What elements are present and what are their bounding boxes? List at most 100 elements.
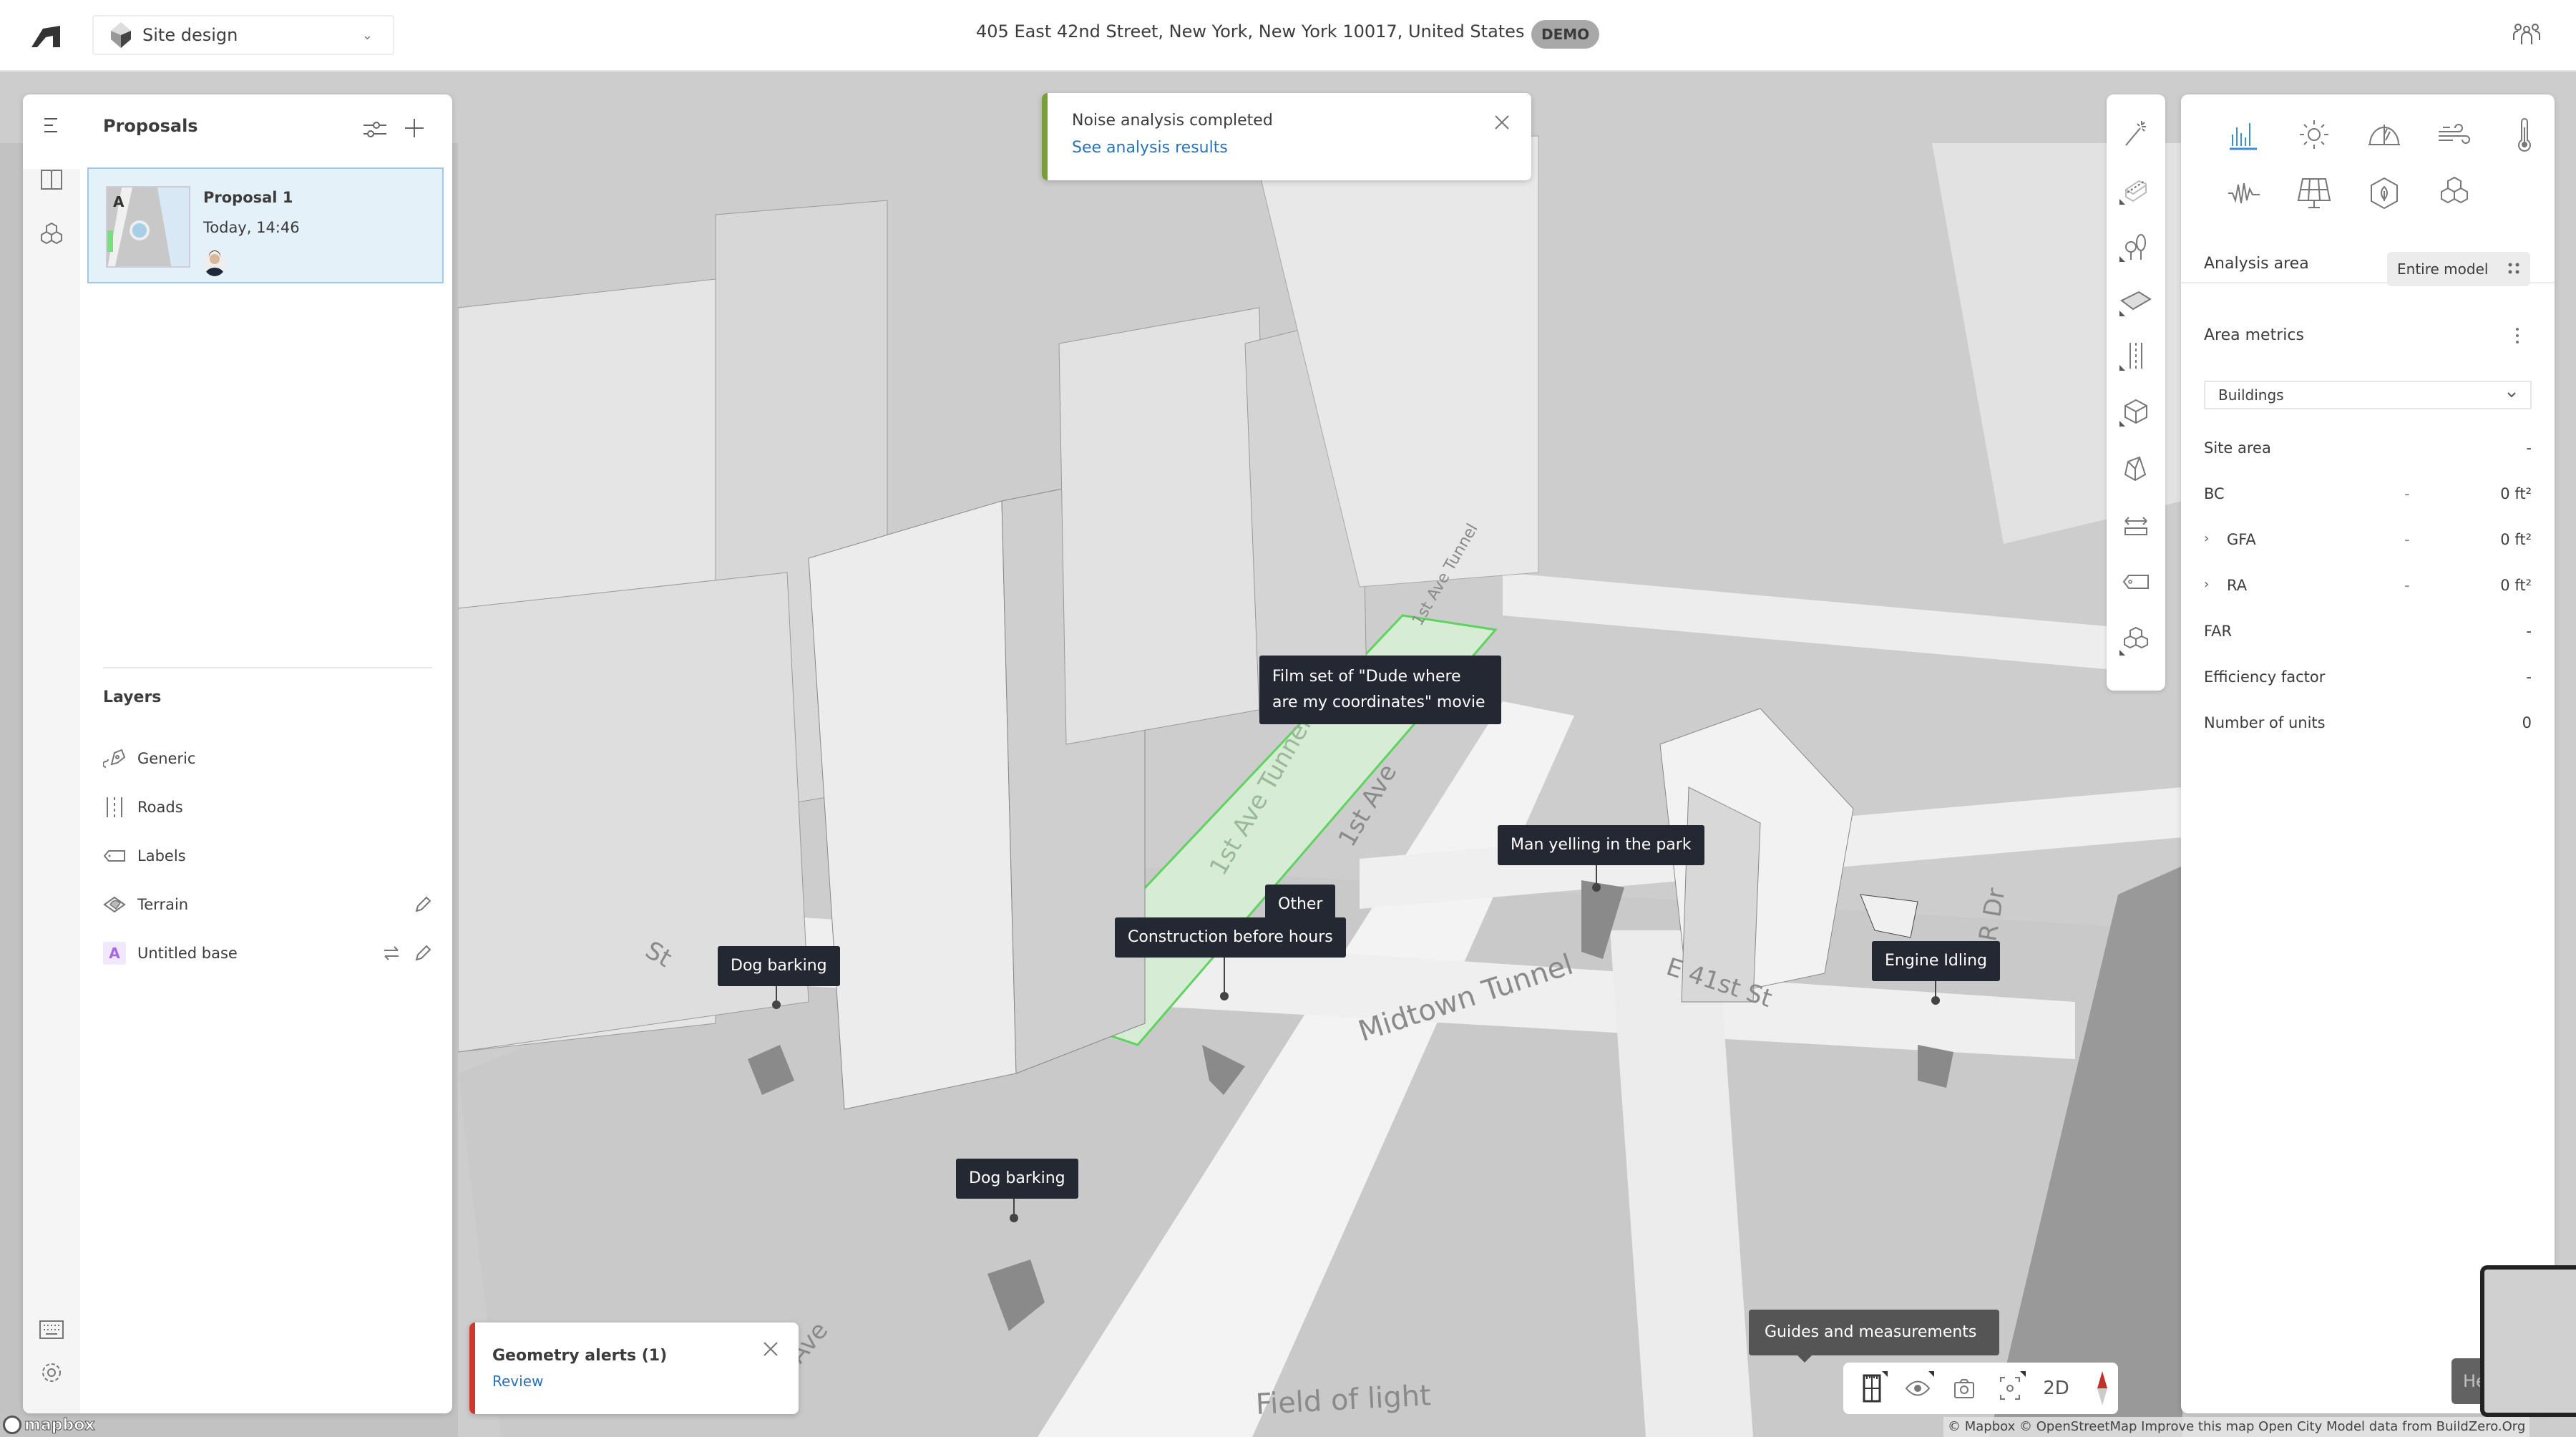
mapbox-logo[interactable]: mapbox <box>3 1414 95 1436</box>
gear-icon[interactable] <box>39 1360 64 1385</box>
metric-row-efficiency-factor: Efficiency factor - <box>2204 663 2532 691</box>
edit-pencil-icon[interactable] <box>414 895 432 914</box>
toast-accent-bar <box>469 1322 475 1414</box>
avatar <box>203 249 226 276</box>
demo-badge: DEMO <box>1531 20 1600 49</box>
metric-label: FAR <box>2204 623 2233 640</box>
metric-label: BC <box>2204 485 2225 502</box>
chevron-down-icon <box>2507 392 2516 398</box>
box-icon[interactable] <box>2118 394 2154 429</box>
measure-icon[interactable] <box>2118 508 2154 544</box>
metric-value: 0 ft² <box>2500 485 2532 502</box>
submenu-corner <box>2119 650 2125 656</box>
proposal-thumb-letter: A <box>113 193 125 210</box>
app-logo-icon[interactable] <box>31 23 60 47</box>
compass-icon[interactable] <box>2087 1371 2118 1406</box>
noise-marker-dog-barking[interactable]: Dog barking <box>956 1159 1078 1199</box>
layer-item-terrain[interactable]: Terrain <box>103 886 432 923</box>
camera-icon[interactable] <box>1948 1371 1980 1406</box>
chevron-right-icon[interactable]: › <box>2204 531 2209 546</box>
swap-arrows-icon[interactable] <box>382 944 401 963</box>
focus-icon[interactable] <box>1994 1371 2026 1406</box>
thermometer-icon[interactable] <box>2506 116 2543 153</box>
bar-chart-icon[interactable] <box>2225 116 2263 153</box>
noise-marker-construction[interactable]: Construction before hours <box>1115 917 1346 958</box>
cubes-icon[interactable] <box>39 222 64 248</box>
carbon-leaf-icon[interactable] <box>2366 175 2403 212</box>
sun-icon[interactable] <box>2296 116 2333 153</box>
zone-hatch-icon[interactable] <box>2118 283 2154 319</box>
address-text: 405 East 42nd Street, New York, New York… <box>976 21 1525 42</box>
layer-item-labels[interactable]: Labels <box>103 837 432 875</box>
analysis-area-button[interactable]: Entire model <box>2387 252 2530 286</box>
metric-mid: - <box>2404 577 2410 594</box>
sliders-icon[interactable] <box>362 119 388 140</box>
visibility-eye-icon[interactable] <box>1902 1371 1934 1406</box>
noise-analysis-toast: Noise analysis completed See analysis re… <box>1042 93 1531 180</box>
noise-marker-dog-barking[interactable]: Dog barking <box>718 946 840 986</box>
layer-item-untitled-base[interactable]: A Untitled base <box>103 935 432 972</box>
keyboard-icon[interactable] <box>39 1317 64 1343</box>
chevron-down-icon: ⌄ <box>361 28 373 43</box>
proposal-name: Proposal 1 <box>203 189 293 206</box>
metrics-filter-value: Buildings <box>2218 386 2284 404</box>
mini-preview-thumbnail[interactable] <box>2480 1265 2576 1417</box>
plus-icon[interactable] <box>404 117 425 139</box>
submenu-corner <box>2119 365 2125 371</box>
proposal-card[interactable]: A Proposal 1 Today, 14:46 <box>87 167 444 283</box>
layer-name: Roads <box>137 799 183 816</box>
guides-icon[interactable] <box>1856 1371 1888 1406</box>
metric-value: 0 ft² <box>2500 577 2532 594</box>
proposals-title: Proposals <box>103 116 198 136</box>
toggle-2d-button[interactable]: 2D <box>2040 1371 2072 1406</box>
daylight-dome-icon[interactable] <box>2366 116 2403 153</box>
solar-panel-icon[interactable] <box>2296 175 2333 212</box>
metric-value: - <box>2526 439 2532 457</box>
trees-icon[interactable] <box>2118 229 2154 265</box>
metric-row-gfa[interactable]: › GFA - 0 ft² <box>2204 525 2532 554</box>
see-analysis-results-link[interactable]: See analysis results <box>1072 139 1228 157</box>
layer-name: Terrain <box>137 896 189 913</box>
submenu-corner <box>1928 1371 1934 1377</box>
analysis-area-value: Entire model <box>2397 260 2489 278</box>
wind-icon[interactable] <box>2436 116 2473 153</box>
layer-item-roads[interactable]: Roads <box>103 789 432 826</box>
noise-wave-icon[interactable] <box>2225 175 2263 212</box>
metric-label: RA <box>2227 577 2248 594</box>
tapered-box-icon[interactable] <box>2118 451 2154 487</box>
metrics-filter-select[interactable]: Buildings <box>2204 381 2532 409</box>
noise-marker-engine-idling[interactable]: Engine Idling <box>1872 941 2000 981</box>
toast-accent-bar <box>1042 93 1048 180</box>
magic-wand-icon[interactable] <box>2118 116 2154 152</box>
menu-icon[interactable] <box>39 113 64 139</box>
label-tag-icon[interactable] <box>2118 564 2154 600</box>
noise-marker-man-yelling[interactable]: Man yelling in the park <box>1498 825 1704 865</box>
site-address: 405 East 42nd Street, New York, New York… <box>976 21 1549 42</box>
chevron-right-icon[interactable]: › <box>2204 577 2209 592</box>
people-icon[interactable] <box>2513 23 2540 46</box>
analysis-panel: Analysis area Entire model Area metrics … <box>2181 94 2555 1413</box>
cubes-icon[interactable] <box>2436 175 2473 212</box>
map-attribution[interactable]: © Mapbox © OpenStreetMap Improve this ma… <box>1943 1417 2530 1437</box>
submenu-corner <box>2119 199 2125 205</box>
project-selector[interactable]: Site design ⌄ <box>92 15 394 55</box>
proposal-timestamp: Today, 14:46 <box>203 219 300 236</box>
submenu-corner <box>2119 421 2125 427</box>
metric-label: GFA <box>2227 531 2256 548</box>
top-header: Site design ⌄ 405 East 42nd Street, New … <box>0 0 2576 72</box>
close-icon[interactable] <box>763 1341 779 1357</box>
metric-row-far: FAR - <box>2204 617 2532 646</box>
metric-row-ra[interactable]: › RA - 0 ft² <box>2204 571 2532 600</box>
edit-pencil-icon[interactable] <box>414 944 432 963</box>
review-link[interactable]: Review <box>492 1373 543 1390</box>
layer-item-generic[interactable]: Generic <box>103 740 432 777</box>
roads-tool-icon[interactable] <box>2118 338 2154 374</box>
cubes-group-icon[interactable] <box>2118 623 2154 658</box>
more-vertical-icon[interactable] <box>2510 325 2524 346</box>
close-icon[interactable] <box>1494 115 1510 130</box>
metric-row-bc: BC - 0 ft² <box>2204 479 2532 508</box>
metric-value: - <box>2526 623 2532 640</box>
noise-marker-film-set[interactable]: Film set of "Dude where are my coordinat… <box>1259 656 1501 724</box>
building-extrude-icon[interactable] <box>2118 172 2154 208</box>
book-icon[interactable] <box>39 166 64 192</box>
